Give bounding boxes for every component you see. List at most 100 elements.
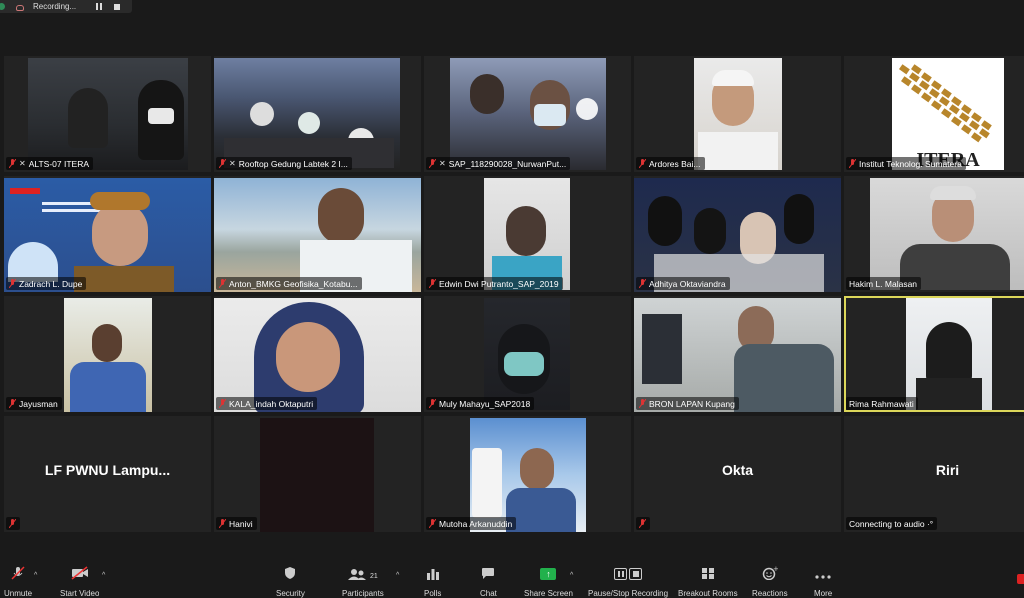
participant-name-label: Muly Mahayu_SAP2018 xyxy=(426,397,535,410)
bar-chart-icon xyxy=(426,569,439,580)
mic-muted-icon xyxy=(11,566,25,580)
polls-button[interactable]: Polls xyxy=(424,566,441,598)
participant-tile[interactable]: Adhitya Oktaviandra xyxy=(634,176,841,292)
participant-name-label xyxy=(636,517,650,530)
video-feed xyxy=(870,178,1024,290)
more-button[interactable]: More xyxy=(814,566,832,598)
video-feed xyxy=(214,178,421,292)
participant-name-label: ✕ Rooftop Gedung Labtek 2 I... xyxy=(216,157,352,170)
mic-muted-icon xyxy=(639,399,646,408)
share-options-caret[interactable]: ^ xyxy=(570,572,573,579)
mic-muted-icon xyxy=(219,279,226,288)
participant-name-label: Jayusman xyxy=(6,397,62,410)
pause-stop-recording-button[interactable]: Pause/Stop Recording xyxy=(588,566,668,598)
stop-recording-icon[interactable] xyxy=(114,3,121,10)
video-options-caret[interactable]: ^ xyxy=(102,572,105,579)
participant-name-label: ✕ SAP_118290028_NurwanPut... xyxy=(426,157,571,170)
mic-muted-icon xyxy=(9,399,16,408)
participant-tile[interactable]: Jayusman xyxy=(4,296,211,412)
participant-name-label: BRON LAPAN Kupang xyxy=(636,397,739,410)
mic-muted-icon xyxy=(849,159,856,168)
pin-icon: ✕ xyxy=(229,159,236,168)
participant-name-label xyxy=(6,517,20,530)
itera-logo: ITERA xyxy=(892,58,1004,170)
participant-display-name: Riri xyxy=(935,462,960,478)
recording-icon xyxy=(15,3,25,11)
participant-tile[interactable]: ✕ ALTS-07 ITERA xyxy=(4,56,211,172)
participant-tile[interactable]: ✕ Rooftop Gedung Labtek 2 I... xyxy=(214,56,421,172)
participant-tile[interactable]: Okta xyxy=(634,416,841,532)
participants-options-caret[interactable]: ^ xyxy=(396,572,399,579)
participant-name-label: Zadrach L. Dupe xyxy=(6,277,87,290)
mic-muted-icon xyxy=(429,279,436,288)
security-button[interactable]: Security xyxy=(276,566,305,598)
video-feed xyxy=(64,298,152,412)
mic-muted-icon xyxy=(429,519,436,528)
participant-tile[interactable]: Anton_BMKG Geofisika_Kotabu... xyxy=(214,176,421,292)
pause-icon xyxy=(614,568,628,580)
shield-icon xyxy=(285,567,296,579)
participant-tile[interactable]: Hanivi xyxy=(214,416,421,532)
mic-muted-icon xyxy=(639,519,646,528)
participant-tile[interactable]: Zadrach L. Dupe xyxy=(4,176,211,292)
participant-name-label: Hanivi xyxy=(216,517,257,530)
participant-name-label: ✕ ALTS-07 ITERA xyxy=(6,157,94,170)
mic-muted-icon xyxy=(9,279,16,288)
video-feed xyxy=(634,298,841,412)
video-feed xyxy=(450,58,606,170)
participant-tile[interactable]: Riri Connecting to audio ·° xyxy=(844,416,1024,532)
participant-name-label: Adhitya Oktaviandra xyxy=(636,277,730,290)
participant-tile[interactable]: ITERA Institut Teknolog. Sumatera xyxy=(844,56,1024,172)
video-feed xyxy=(634,178,841,292)
participant-tile-active-speaker[interactable]: Rima Rahmawati xyxy=(844,296,1024,412)
participant-name-label: Hakim L. Malasan xyxy=(846,277,922,290)
participant-display-name: LF PWNU Lampu... xyxy=(44,462,171,478)
pin-icon: ✕ xyxy=(19,159,26,168)
reactions-button[interactable]: + Reactions xyxy=(752,566,788,598)
audio-connecting-status: Connecting to audio ·° xyxy=(846,517,938,530)
participants-button[interactable]: 21 Participants xyxy=(342,566,384,598)
video-feed xyxy=(470,418,586,532)
participant-tile[interactable]: Hakim L. Malasan xyxy=(844,176,1024,292)
participant-tile[interactable]: KALA_indah Oktaputri xyxy=(214,296,421,412)
mic-muted-icon xyxy=(639,279,646,288)
smiley-plus-icon: + xyxy=(762,566,778,580)
participant-tile[interactable]: Mutoha Arkanuddin xyxy=(424,416,631,532)
participant-name-label: Edwin Dwi Putranto_SAP_2019 xyxy=(426,277,563,290)
participant-name-label: Institut Teknolog. Sumatera xyxy=(846,157,966,170)
mic-muted-icon xyxy=(9,159,16,168)
participant-tile[interactable]: LF PWNU Lampu... xyxy=(4,416,211,532)
video-feed xyxy=(260,418,374,532)
participant-tile[interactable]: BRON LAPAN Kupang xyxy=(634,296,841,412)
participant-display-name: Okta xyxy=(721,462,754,478)
end-meeting-button[interactable] xyxy=(1017,574,1024,584)
participant-tile[interactable]: Edwin Dwi Putranto_SAP_2019 xyxy=(424,176,631,292)
participant-name-label: KALA_indah Oktaputri xyxy=(216,397,318,410)
audio-options-caret[interactable]: ^ xyxy=(34,572,37,579)
video-feed xyxy=(4,178,211,292)
video-feed xyxy=(694,58,782,170)
chat-button[interactable]: Chat xyxy=(480,566,497,598)
video-off-icon xyxy=(71,566,88,580)
unmute-button[interactable]: Unmute xyxy=(4,566,32,598)
pin-icon: ✕ xyxy=(439,159,446,168)
mic-muted-icon xyxy=(9,519,16,528)
participant-name-label: Anton_BMKG Geofisika_Kotabu... xyxy=(216,277,362,290)
mic-muted-icon xyxy=(639,159,646,168)
start-video-button[interactable]: Start Video xyxy=(60,566,99,598)
breakout-rooms-button[interactable]: Breakout Rooms xyxy=(678,566,738,598)
video-feed xyxy=(214,298,421,412)
participant-name-label: Mutoha Arkanuddin xyxy=(426,517,517,530)
participant-tile[interactable]: ✕ SAP_118290028_NurwanPut... xyxy=(424,56,631,172)
share-screen-button[interactable]: ↑ Share Screen xyxy=(524,566,573,598)
stop-icon xyxy=(629,568,643,580)
video-feed xyxy=(28,58,188,170)
video-feed xyxy=(214,58,400,170)
share-screen-arrow-icon: ↑ xyxy=(540,568,557,580)
chat-bubble-icon xyxy=(482,568,495,579)
participant-tile[interactable]: Muly Mahayu_SAP2018 xyxy=(424,296,631,412)
participant-tile[interactable]: Ardores Bai... xyxy=(634,56,841,172)
pause-recording-icon[interactable] xyxy=(96,3,103,10)
ellipsis-icon xyxy=(815,575,831,579)
gallery-grid: ✕ ALTS-07 ITERA ✕ Rooftop Gedung Labtek … xyxy=(0,56,1024,536)
